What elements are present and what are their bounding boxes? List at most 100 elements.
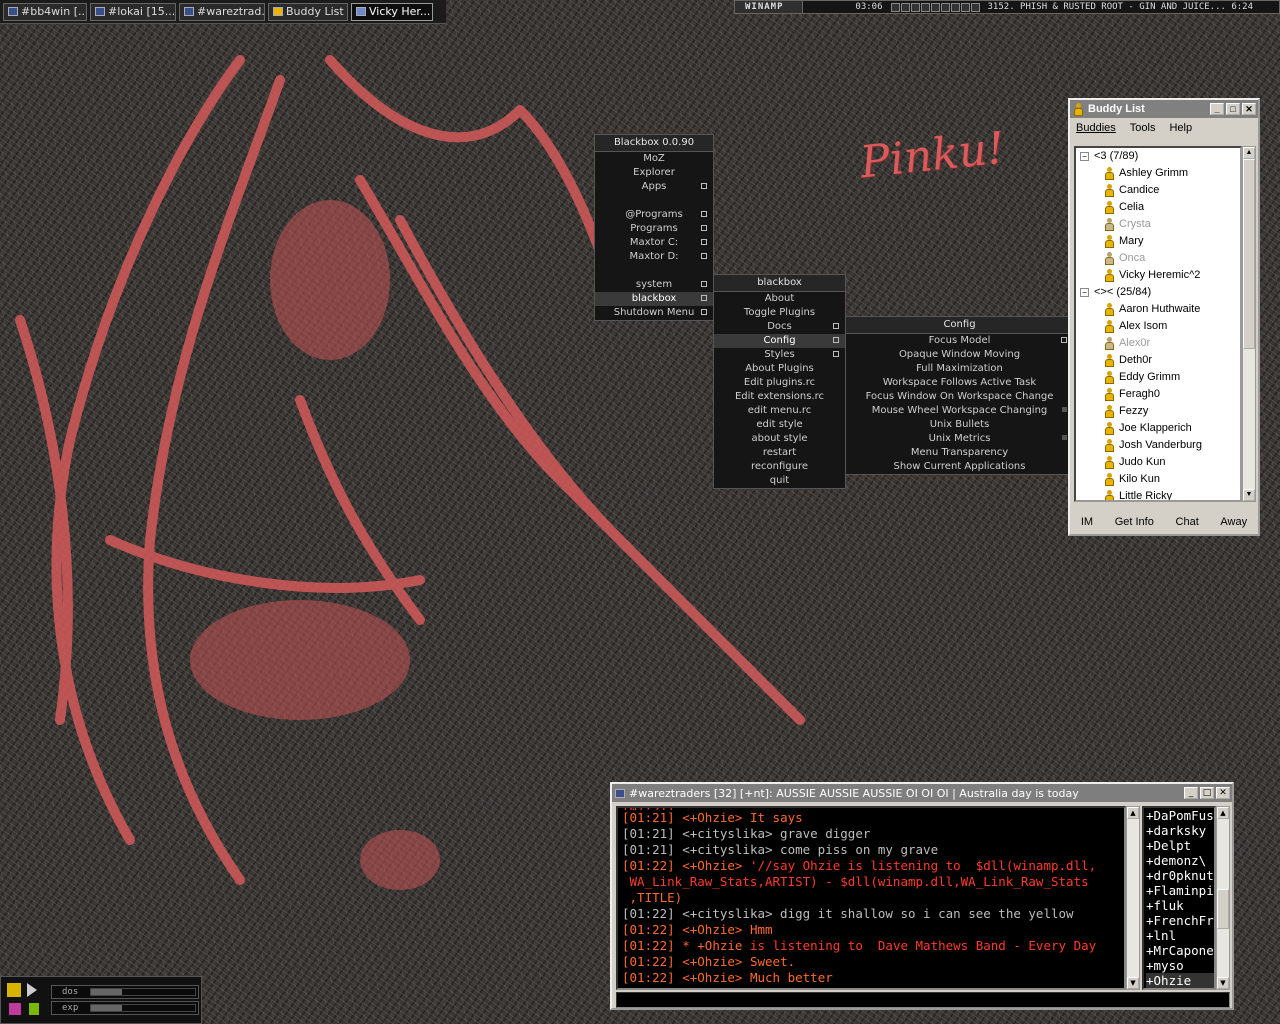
- im-button[interactable]: IM: [1081, 516, 1093, 528]
- buddy-item[interactable]: Onca: [1076, 250, 1240, 267]
- eject-icon[interactable]: [940, 2, 950, 12]
- buddy-item[interactable]: Vicky Heremic^2: [1076, 267, 1240, 284]
- menu-help[interactable]: Help: [1169, 122, 1192, 134]
- menu-item-wheel-changing[interactable]: Mouse Wheel Workspace Changing: [846, 404, 1073, 418]
- chat-scrollbar[interactable]: ▲ ▼: [1126, 806, 1140, 990]
- prev-icon[interactable]: [890, 2, 900, 12]
- close-icon[interactable]: ✕: [1216, 787, 1230, 799]
- buddy-item[interactable]: Josh Vanderburg: [1076, 437, 1240, 454]
- nick-item[interactable]: +Flaminpi: [1146, 883, 1214, 898]
- menu-item-system[interactable]: system: [595, 278, 713, 292]
- next-icon[interactable]: [930, 2, 940, 12]
- collapse-icon[interactable]: −: [1080, 152, 1089, 161]
- menu-item-config[interactable]: Config: [714, 334, 845, 348]
- menu-item-shutdown[interactable]: Shutdown Menu: [595, 306, 713, 320]
- collapse-icon[interactable]: −: [1080, 288, 1089, 297]
- nick-item[interactable]: +MrCapone: [1146, 943, 1214, 958]
- menu-item-maxtor-d[interactable]: Maxtor D:: [595, 250, 713, 264]
- menu-item-restart[interactable]: restart: [714, 446, 845, 460]
- buddy-item[interactable]: Deth0r: [1076, 352, 1240, 369]
- menu-item-at-programs[interactable]: @Programs: [595, 208, 713, 222]
- close-icon[interactable]: ✕: [1242, 103, 1256, 115]
- menu-icon[interactable]: [970, 2, 980, 12]
- nick-scrollbar[interactable]: ▲ ▼: [1216, 806, 1230, 990]
- buddy-item[interactable]: Kilo Kun: [1076, 471, 1240, 488]
- buddy-item[interactable]: Crysta: [1076, 216, 1240, 233]
- buddy-item[interactable]: Joe Klapperich: [1076, 420, 1240, 437]
- title-bar[interactable]: #wareztraders [32] [+nt]: AUSSIE AUSSIE …: [612, 784, 1232, 802]
- menu-item-docs[interactable]: Docs: [714, 320, 845, 334]
- scroll-down-icon[interactable]: ▼: [1217, 977, 1229, 989]
- menu-item-edit-extensions[interactable]: Edit extensions.rc: [714, 390, 845, 404]
- winamp-logo[interactable]: WINAMP: [735, 1, 803, 13]
- buddy-item[interactable]: Fezzy: [1076, 403, 1240, 420]
- title-bar[interactable]: Buddy List _ □ ✕: [1070, 100, 1258, 118]
- menu-item-about[interactable]: About: [714, 292, 845, 306]
- menu-item-programs[interactable]: Programs: [595, 222, 713, 236]
- scroll-up-icon[interactable]: ▲: [1127, 807, 1139, 819]
- nick-item[interactable]: +fluk: [1146, 898, 1214, 913]
- minimize-icon[interactable]: _: [1210, 103, 1224, 115]
- nick-item[interactable]: +FrenchFr: [1146, 913, 1214, 928]
- menu-item-focus-model[interactable]: Focus Model: [846, 334, 1073, 348]
- shuffle-icon[interactable]: [950, 2, 960, 12]
- buddy-item[interactable]: Candice: [1076, 182, 1240, 199]
- buddy-group[interactable]: − <>< (25/84): [1076, 284, 1240, 301]
- menu-item-apps[interactable]: Apps: [595, 180, 713, 194]
- menu-item-reconfigure[interactable]: reconfigure: [714, 460, 845, 474]
- scroll-thumb[interactable]: [1243, 159, 1255, 349]
- away-button[interactable]: Away: [1220, 516, 1247, 528]
- runner-icon[interactable]: [29, 1003, 39, 1015]
- menu-item-unix-metrics[interactable]: Unix Metrics: [846, 432, 1073, 446]
- scroll-up-icon[interactable]: ▲: [1243, 147, 1255, 159]
- nick-list[interactable]: +DaPomFus +darksky +Delpt +demonz\ +dr0pknut…: [1142, 806, 1216, 990]
- menu-tools[interactable]: Tools: [1130, 122, 1156, 134]
- nick-item[interactable]: +Delpt: [1146, 838, 1214, 853]
- chat-log[interactable]: [01:21] [01:21] <+Ohzie> It says[01:21] …: [616, 806, 1126, 990]
- scroll-up-icon[interactable]: ▲: [1217, 807, 1229, 819]
- nick-item[interactable]: +darksky: [1146, 823, 1214, 838]
- menu-buddies[interactable]: Buddies: [1076, 122, 1116, 134]
- scroll-down-icon[interactable]: ▼: [1127, 977, 1139, 989]
- menu-item-unix-bullets[interactable]: Unix Bullets: [846, 418, 1073, 432]
- nick-item[interactable]: +Ohzie: [1146, 973, 1214, 988]
- buddy-group[interactable]: − <3 (7/89): [1076, 148, 1240, 165]
- menu-item-blackbox[interactable]: blackbox: [595, 292, 713, 306]
- stop-icon[interactable]: [920, 2, 930, 12]
- app-icon[interactable]: [9, 1003, 21, 1015]
- speaker-icon[interactable]: [7, 983, 21, 997]
- buddy-item[interactable]: Judo Kun: [1076, 454, 1240, 471]
- menu-item-maxtor-c[interactable]: Maxtor C:: [595, 236, 713, 250]
- scroll-thumb[interactable]: [1217, 889, 1229, 929]
- task-buddy-list[interactable]: Buddy List: [268, 2, 348, 21]
- nick-item[interactable]: +myso: [1146, 958, 1214, 973]
- nick-item[interactable]: +dr0pknut: [1146, 868, 1214, 883]
- menu-item-full-max[interactable]: Full Maximization: [846, 362, 1073, 376]
- menu-item-workspace-follows[interactable]: Workspace Follows Active Task: [846, 376, 1073, 390]
- buddy-item[interactable]: Mary: [1076, 233, 1240, 250]
- menu-item-toggle-plugins[interactable]: Toggle Plugins: [714, 306, 845, 320]
- buddy-item[interactable]: Eddy Grimm: [1076, 369, 1240, 386]
- play-icon[interactable]: [900, 2, 910, 12]
- menu-item-show-current-apps[interactable]: Show Current Applications: [846, 460, 1073, 474]
- menu-item-moz[interactable]: MoZ: [595, 152, 713, 166]
- minimize-icon[interactable]: _: [1184, 787, 1198, 799]
- maximize-icon[interactable]: □: [1200, 787, 1214, 799]
- repeat-icon[interactable]: [960, 2, 970, 12]
- nick-item[interactable]: +DaPomFus: [1146, 808, 1214, 823]
- menu-item-about-plugins[interactable]: About Plugins: [714, 362, 845, 376]
- menu-item-explorer[interactable]: Explorer: [595, 166, 713, 180]
- menu-item-edit-menu[interactable]: edit menu.rc: [714, 404, 845, 418]
- task-vicky[interactable]: Vicky Her...: [351, 2, 433, 21]
- nick-item[interactable]: +lnl: [1146, 928, 1214, 943]
- task-bb4win[interactable]: #bb4win [...: [3, 2, 87, 21]
- buddy-item[interactable]: Aaron Huthwaite: [1076, 301, 1240, 318]
- chat-input[interactable]: [616, 992, 1230, 1008]
- get-info-button[interactable]: Get Info: [1115, 516, 1154, 528]
- menu-item-edit-plugins[interactable]: Edit plugins.rc: [714, 376, 845, 390]
- chat-button[interactable]: Chat: [1176, 516, 1199, 528]
- menu-item-edit-style[interactable]: edit style: [714, 418, 845, 432]
- play-icon[interactable]: [27, 983, 37, 997]
- menu-item-focus-on-change[interactable]: Focus Window On Workspace Change: [846, 390, 1073, 404]
- buddy-item[interactable]: Feragh0: [1076, 386, 1240, 403]
